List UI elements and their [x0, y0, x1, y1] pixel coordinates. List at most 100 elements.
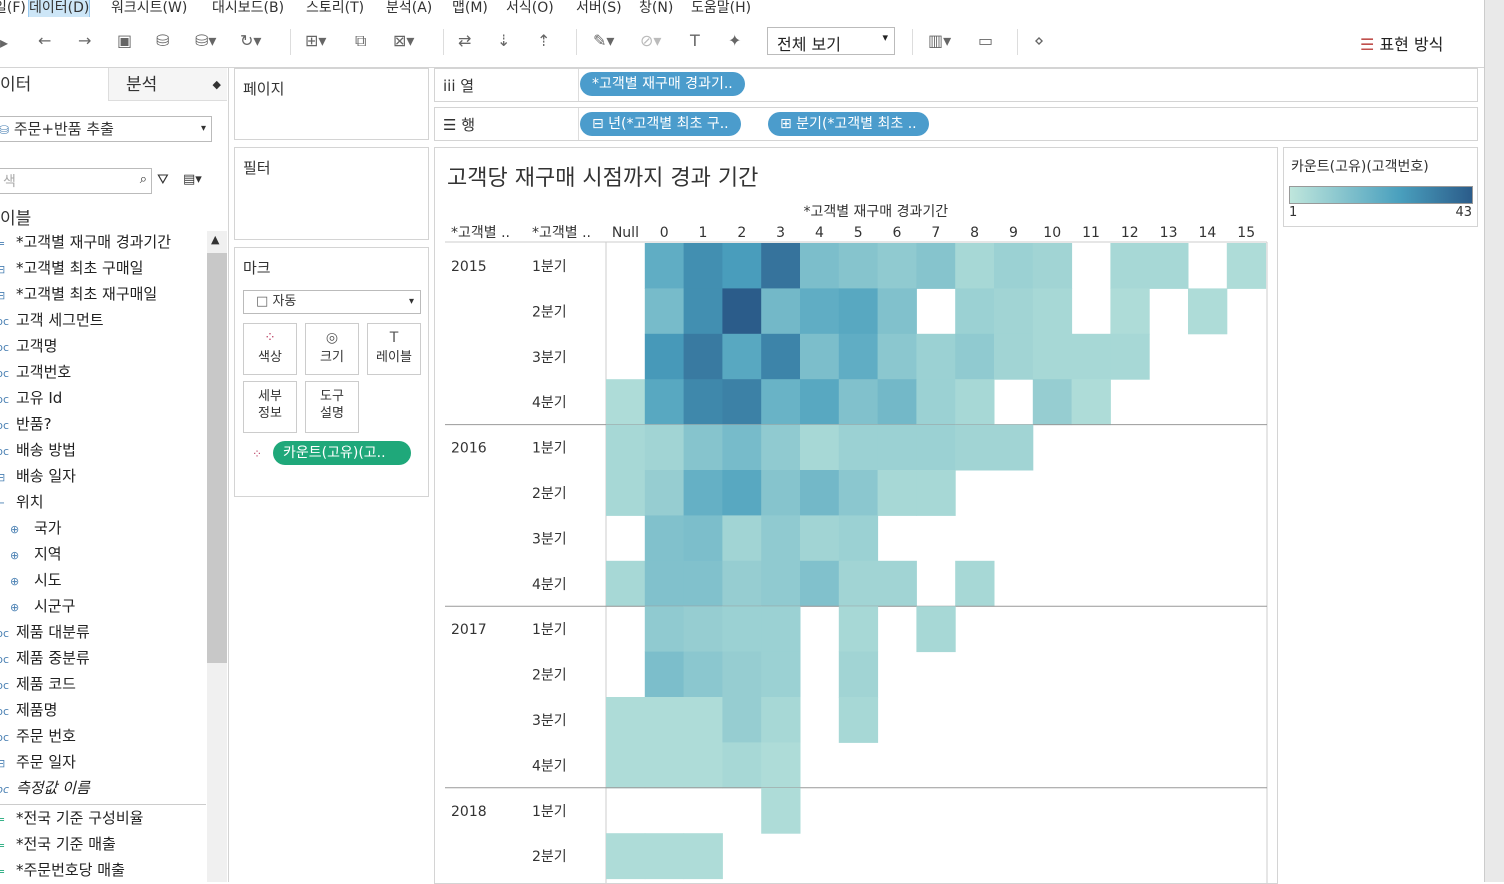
- save-icon[interactable]: ▣: [117, 31, 132, 51]
- swap-icon[interactable]: ⇄: [458, 31, 471, 51]
- field-item[interactable]: bc 제품 대분류: [0, 621, 90, 642]
- rows-pill-quarter[interactable]: ⊞ 분기(*고객별 최초 ..: [768, 112, 929, 136]
- heatmap-cell: [722, 651, 762, 698]
- heatmap-cell: [838, 470, 879, 516]
- field-item[interactable]: bc 제품 코드: [0, 673, 76, 694]
- datasource-select[interactable]: ⛁ 주문+반품 추출 ▾: [0, 116, 212, 142]
- tab-analysis[interactable]: 분석 ◆: [108, 68, 227, 101]
- column-label: 6: [893, 225, 902, 241]
- field-item[interactable]: bc 고객 세그먼트: [0, 309, 104, 330]
- sort-desc-icon[interactable]: ⇡: [537, 31, 550, 51]
- filters-shelf[interactable]: 필터: [234, 147, 429, 240]
- view-list-icon[interactable]: ▤▾: [183, 172, 202, 187]
- menu-item-7[interactable]: 서식(O): [506, 0, 554, 17]
- field-item[interactable]: bc 제품명: [0, 699, 57, 720]
- mark-type-select[interactable]: □ 자동 ▾: [243, 290, 421, 314]
- clear-sheet-icon[interactable]: ⊠▾: [393, 31, 414, 51]
- filter-icon[interactable]: ⛛: [157, 172, 169, 188]
- show-labels-icon[interactable]: T: [690, 31, 700, 51]
- toolbar-edge-icon[interactable]: ▸: [0, 33, 8, 53]
- field-item[interactable]: ⊕ 시도: [10, 569, 62, 590]
- show-me-button[interactable]: ☰ 표현 방식: [1360, 31, 1443, 55]
- field-item[interactable]: ⊟ *고객별 최초 재구매일: [0, 283, 157, 304]
- field-item[interactable]: ⊕ 지역: [10, 543, 62, 564]
- heatmap-cell: [722, 470, 762, 516]
- new-worksheet-icon[interactable]: ⊞▾: [305, 31, 326, 51]
- view-size-select[interactable]: 전체 보기 ▾: [767, 27, 895, 55]
- field-item[interactable]: bc 제품 중분류: [0, 647, 90, 668]
- refresh-icon[interactable]: ↻▾: [240, 31, 261, 51]
- duplicate-icon[interactable]: ⧉: [355, 31, 366, 51]
- pin-icon[interactable]: ✦: [728, 31, 741, 51]
- field-item[interactable]: ⊕ 시군구: [10, 595, 75, 616]
- field-item[interactable]: = *고객별 재구매 경과기간: [0, 231, 171, 252]
- color-field-pill[interactable]: 카운트(고유)(고..: [273, 441, 411, 465]
- field-item[interactable]: bc 고유 Id: [0, 387, 62, 408]
- heatmap-cell: [994, 424, 1034, 471]
- tab-menu-icon: ◆: [212, 78, 221, 91]
- year-label: 2018: [451, 804, 487, 820]
- legend-gradient[interactable]: [1289, 186, 1473, 204]
- field-type-icon: bc: [0, 627, 10, 640]
- field-type-icon: ⊟: [0, 289, 6, 302]
- field-item[interactable]: bc 반품?: [0, 413, 52, 434]
- field-item[interactable]: ⌐ 위치: [0, 491, 44, 512]
- new-datasource-icon[interactable]: ⛁: [156, 31, 169, 51]
- field-list-scrollbar[interactable]: ▲: [207, 231, 227, 882]
- field-item[interactable]: ⊕ 국가: [10, 517, 62, 538]
- sort-asc-icon[interactable]: ⇣: [497, 31, 510, 51]
- pause-updates-icon[interactable]: ⛁▾: [195, 31, 216, 51]
- menu-item-3[interactable]: 대시보드(B): [212, 0, 284, 17]
- column-label: 8: [970, 225, 979, 241]
- scrollbar-thumb[interactable]: [207, 253, 227, 663]
- rows-pill-year[interactable]: ⊟ 년(*고객별 최초 구..: [580, 112, 741, 136]
- rows-shelf[interactable]: ☰ 행 ⊟ 년(*고객별 최초 구.. ⊞ 분기(*고객별 최초 ..: [434, 107, 1478, 141]
- menu-item-6[interactable]: 맵(M): [452, 0, 488, 17]
- field-item[interactable]: bc 주문 번호: [0, 725, 76, 746]
- size-button[interactable]: ◎ 크기: [305, 323, 359, 375]
- heatmap-cell: [722, 606, 762, 653]
- heatmap-cell: [1071, 333, 1111, 380]
- heatmap-svg: *고객별 재구매 경과기간*고객별 .. *고객별 .. Null 0 1 2 3 4 5 6 7 8…: [445, 204, 1268, 883]
- field-item[interactable]: ⊟ 배송 일자: [0, 465, 76, 486]
- field-item[interactable]: ⊟ *고객별 최초 구매일: [0, 257, 143, 278]
- tooltip-button[interactable]: 도구 설명: [305, 381, 359, 433]
- field-item[interactable]: ⊟ 주문 일자: [0, 751, 76, 772]
- measure-item[interactable]: = *전국 기준 구성비율: [0, 807, 143, 828]
- menu-item-0[interactable]: 일(F): [0, 0, 26, 17]
- field-item[interactable]: bc 고객명: [0, 335, 57, 356]
- field-label: 지역: [34, 545, 62, 563]
- color-button[interactable]: ⁘ 색상: [243, 323, 297, 375]
- tab-data[interactable]: 이터: [0, 68, 108, 102]
- menu-item-9[interactable]: 창(N): [639, 0, 673, 17]
- bar-chart-icon[interactable]: ▥▾: [928, 31, 951, 51]
- measure-item[interactable]: = *전국 기준 매출: [0, 833, 116, 854]
- columns-pill[interactable]: *고객별 재구매 경과기..: [580, 72, 745, 96]
- rows-shelf-label: ☰ 행: [443, 116, 476, 134]
- heatmap-cell: [994, 243, 1034, 289]
- redo-icon[interactable]: →: [78, 31, 91, 51]
- field-item[interactable]: bc 고객번호: [0, 361, 71, 382]
- measure-item[interactable]: = *주문번호당 매출: [0, 859, 125, 880]
- label-button[interactable]: T 레이블: [367, 323, 421, 375]
- detail-button[interactable]: 세부 정보: [243, 381, 297, 433]
- menu-item-4[interactable]: 스토리(T): [306, 0, 364, 17]
- field-item[interactable]: bc 배송 방법: [0, 439, 76, 460]
- group-icon[interactable]: ⊘▾: [640, 31, 661, 51]
- scroll-up-icon[interactable]: ▲: [211, 233, 219, 246]
- pages-shelf[interactable]: 페이지: [234, 68, 429, 140]
- highlight-icon[interactable]: ✎▾: [593, 31, 614, 51]
- color-dots-icon: ⁘: [264, 330, 276, 346]
- presentation-icon[interactable]: ▭: [978, 31, 993, 51]
- columns-shelf[interactable]: iii 열 *고객별 재구매 경과기..: [434, 68, 1478, 102]
- menu-item-1[interactable]: 데이터(D): [27, 0, 91, 17]
- field-item[interactable]: bc 측정값 이름: [0, 777, 90, 798]
- undo-icon[interactable]: ←: [38, 31, 51, 51]
- menu-item-10[interactable]: 도움말(H): [691, 0, 751, 17]
- menu-item-2[interactable]: 워크시트(W): [111, 0, 187, 17]
- menu-item-5[interactable]: 분석(A): [386, 0, 432, 17]
- menu-item-8[interactable]: 서버(S): [576, 0, 622, 17]
- share-icon[interactable]: ⋄: [1034, 31, 1044, 51]
- field-type-icon: bc: [0, 341, 10, 354]
- field-search-input[interactable]: 색 ⌕: [0, 168, 152, 194]
